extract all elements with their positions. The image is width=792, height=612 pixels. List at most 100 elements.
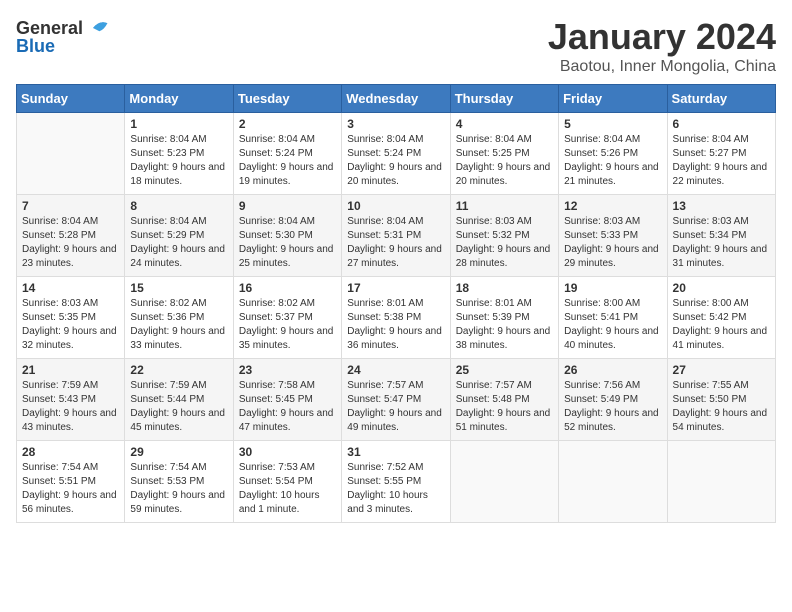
day-detail: Sunrise: 7:55 AMSunset: 5:50 PMDaylight:… [673, 380, 768, 433]
title-area: January 2024 Baotou, Inner Mongolia, Chi… [548, 16, 776, 76]
day-detail: Sunrise: 8:03 AMSunset: 5:34 PMDaylight:… [673, 216, 768, 269]
calendar-cell: 27Sunrise: 7:55 AMSunset: 5:50 PMDayligh… [667, 359, 775, 441]
calendar-week-row: 1Sunrise: 8:04 AMSunset: 5:23 PMDaylight… [17, 113, 776, 195]
header-sunday: Sunday [17, 85, 125, 113]
day-number: 28 [22, 445, 119, 459]
calendar-cell: 1Sunrise: 8:04 AMSunset: 5:23 PMDaylight… [125, 113, 233, 195]
logo: General Blue [16, 16, 109, 57]
day-detail: Sunrise: 8:01 AMSunset: 5:38 PMDaylight:… [347, 298, 442, 351]
day-detail: Sunrise: 7:52 AMSunset: 5:55 PMDaylight:… [347, 462, 428, 515]
calendar-cell: 18Sunrise: 8:01 AMSunset: 5:39 PMDayligh… [450, 277, 558, 359]
day-number: 21 [22, 363, 119, 377]
calendar-cell: 12Sunrise: 8:03 AMSunset: 5:33 PMDayligh… [559, 195, 667, 277]
day-detail: Sunrise: 7:54 AMSunset: 5:51 PMDaylight:… [22, 462, 117, 515]
calendar-cell: 24Sunrise: 7:57 AMSunset: 5:47 PMDayligh… [342, 359, 450, 441]
day-number: 23 [239, 363, 336, 377]
day-number: 5 [564, 117, 661, 131]
header-monday: Monday [125, 85, 233, 113]
day-number: 31 [347, 445, 444, 459]
day-number: 17 [347, 281, 444, 295]
calendar-cell: 23Sunrise: 7:58 AMSunset: 5:45 PMDayligh… [233, 359, 341, 441]
day-number: 30 [239, 445, 336, 459]
day-detail: Sunrise: 8:04 AMSunset: 5:30 PMDaylight:… [239, 216, 334, 269]
header-thursday: Thursday [450, 85, 558, 113]
calendar-week-row: 14 Sunrise: 8:03 AMSunset: 5:35 PMDayligh… [17, 277, 776, 359]
day-number: 11 [456, 199, 553, 213]
day-detail: Sunrise: 8:04 AMSunset: 5:25 PMDaylight:… [456, 134, 551, 187]
day-number: 29 [130, 445, 227, 459]
calendar-cell: 16 Sunrise: 8:02 AMSunset: 5:37 PMDayligh… [233, 277, 341, 359]
calendar-cell: 20Sunrise: 8:00 AMSunset: 5:42 PMDayligh… [667, 277, 775, 359]
day-number: 22 [130, 363, 227, 377]
calendar-cell: 6Sunrise: 8:04 AMSunset: 5:27 PMDaylight… [667, 113, 775, 195]
day-detail: Sunrise: 8:03 AMSunset: 5:33 PMDaylight:… [564, 216, 659, 269]
calendar-week-row: 21 Sunrise: 7:59 AMSunset: 5:43 PMDayligh… [17, 359, 776, 441]
day-number: 15 [130, 281, 227, 295]
calendar-cell: 25 Sunrise: 7:57 AMSunset: 5:48 PMDayligh… [450, 359, 558, 441]
calendar-cell: 31 Sunrise: 7:52 AMSunset: 5:55 PMDayligh… [342, 441, 450, 523]
calendar-cell [450, 441, 558, 523]
calendar-cell [17, 113, 125, 195]
calendar-cell: 13 Sunrise: 8:03 AMSunset: 5:34 PMDayligh… [667, 195, 775, 277]
header-wednesday: Wednesday [342, 85, 450, 113]
day-number: 16 [239, 281, 336, 295]
day-number: 9 [239, 199, 336, 213]
day-number: 2 [239, 117, 336, 131]
calendar-table: SundayMondayTuesdayWednesdayThursdayFrid… [16, 84, 776, 523]
header-friday: Friday [559, 85, 667, 113]
day-number: 13 [673, 199, 770, 213]
day-number: 7 [22, 199, 119, 213]
calendar-cell: 11 Sunrise: 8:03 AMSunset: 5:32 PMDayligh… [450, 195, 558, 277]
day-number: 4 [456, 117, 553, 131]
day-detail: Sunrise: 8:03 AMSunset: 5:35 PMDaylight:… [22, 298, 117, 351]
calendar-cell: 19 Sunrise: 8:00 AMSunset: 5:41 PMDayligh… [559, 277, 667, 359]
calendar-cell: 10 Sunrise: 8:04 AMSunset: 5:31 PMDayligh… [342, 195, 450, 277]
logo-blue-text: Blue [16, 36, 55, 57]
calendar-cell: 14 Sunrise: 8:03 AMSunset: 5:35 PMDayligh… [17, 277, 125, 359]
calendar-subtitle: Baotou, Inner Mongolia, China [548, 58, 776, 76]
day-detail: Sunrise: 7:53 AMSunset: 5:54 PMDaylight:… [239, 462, 320, 515]
calendar-cell: 2 Sunrise: 8:04 AMSunset: 5:24 PMDaylight… [233, 113, 341, 195]
day-detail: Sunrise: 7:57 AMSunset: 5:48 PMDaylight:… [456, 380, 551, 433]
day-detail: Sunrise: 8:04 AMSunset: 5:31 PMDaylight:… [347, 216, 442, 269]
calendar-title: January 2024 [548, 16, 776, 58]
calendar-cell: 30 Sunrise: 7:53 AMSunset: 5:54 PMDayligh… [233, 441, 341, 523]
calendar-cell: 3 Sunrise: 8:04 AMSunset: 5:24 PMDaylight… [342, 113, 450, 195]
day-detail: Sunrise: 8:04 AMSunset: 5:27 PMDaylight:… [673, 134, 768, 187]
day-detail: Sunrise: 8:04 AMSunset: 5:29 PMDaylight:… [130, 216, 225, 269]
day-detail: Sunrise: 8:04 AMSunset: 5:24 PMDaylight:… [347, 134, 442, 187]
day-detail: Sunrise: 7:56 AMSunset: 5:49 PMDaylight:… [564, 380, 659, 433]
calendar-cell [667, 441, 775, 523]
calendar-cell: 21 Sunrise: 7:59 AMSunset: 5:43 PMDayligh… [17, 359, 125, 441]
day-number: 8 [130, 199, 227, 213]
day-number: 10 [347, 199, 444, 213]
day-detail: Sunrise: 8:00 AMSunset: 5:42 PMDaylight:… [673, 298, 768, 351]
calendar-cell: 9 Sunrise: 8:04 AMSunset: 5:30 PMDaylight… [233, 195, 341, 277]
day-detail: Sunrise: 8:03 AMSunset: 5:32 PMDaylight:… [456, 216, 551, 269]
day-detail: Sunrise: 8:02 AMSunset: 5:37 PMDaylight:… [239, 298, 334, 351]
calendar-cell: 5 Sunrise: 8:04 AMSunset: 5:26 PMDaylight… [559, 113, 667, 195]
page-header: General Blue January 2024 Baotou, Inner … [16, 16, 776, 76]
day-detail: Sunrise: 8:00 AMSunset: 5:41 PMDaylight:… [564, 298, 659, 351]
day-detail: Sunrise: 8:04 AMSunset: 5:26 PMDaylight:… [564, 134, 659, 187]
logo-bird-icon [85, 16, 109, 40]
day-detail: Sunrise: 7:59 AMSunset: 5:43 PMDaylight:… [22, 380, 117, 433]
calendar-cell: 28 Sunrise: 7:54 AMSunset: 5:51 PMDayligh… [17, 441, 125, 523]
day-number: 14 [22, 281, 119, 295]
day-detail: Sunrise: 8:04 AMSunset: 5:24 PMDaylight:… [239, 134, 334, 187]
calendar-header-row: SundayMondayTuesdayWednesdayThursdayFrid… [17, 85, 776, 113]
day-detail: Sunrise: 7:54 AMSunset: 5:53 PMDaylight:… [130, 462, 225, 515]
header-saturday: Saturday [667, 85, 775, 113]
day-number: 3 [347, 117, 444, 131]
calendar-week-row: 7Sunrise: 8:04 AMSunset: 5:28 PMDaylight… [17, 195, 776, 277]
calendar-cell [559, 441, 667, 523]
header-tuesday: Tuesday [233, 85, 341, 113]
day-detail: Sunrise: 8:02 AMSunset: 5:36 PMDaylight:… [130, 298, 225, 351]
calendar-cell: 15 Sunrise: 8:02 AMSunset: 5:36 PMDayligh… [125, 277, 233, 359]
day-detail: Sunrise: 8:04 AMSunset: 5:23 PMDaylight:… [130, 134, 225, 187]
day-number: 19 [564, 281, 661, 295]
day-number: 24 [347, 363, 444, 377]
day-number: 25 [456, 363, 553, 377]
calendar-cell: 17 Sunrise: 8:01 AMSunset: 5:38 PMDayligh… [342, 277, 450, 359]
calendar-cell: 7Sunrise: 8:04 AMSunset: 5:28 PMDaylight… [17, 195, 125, 277]
